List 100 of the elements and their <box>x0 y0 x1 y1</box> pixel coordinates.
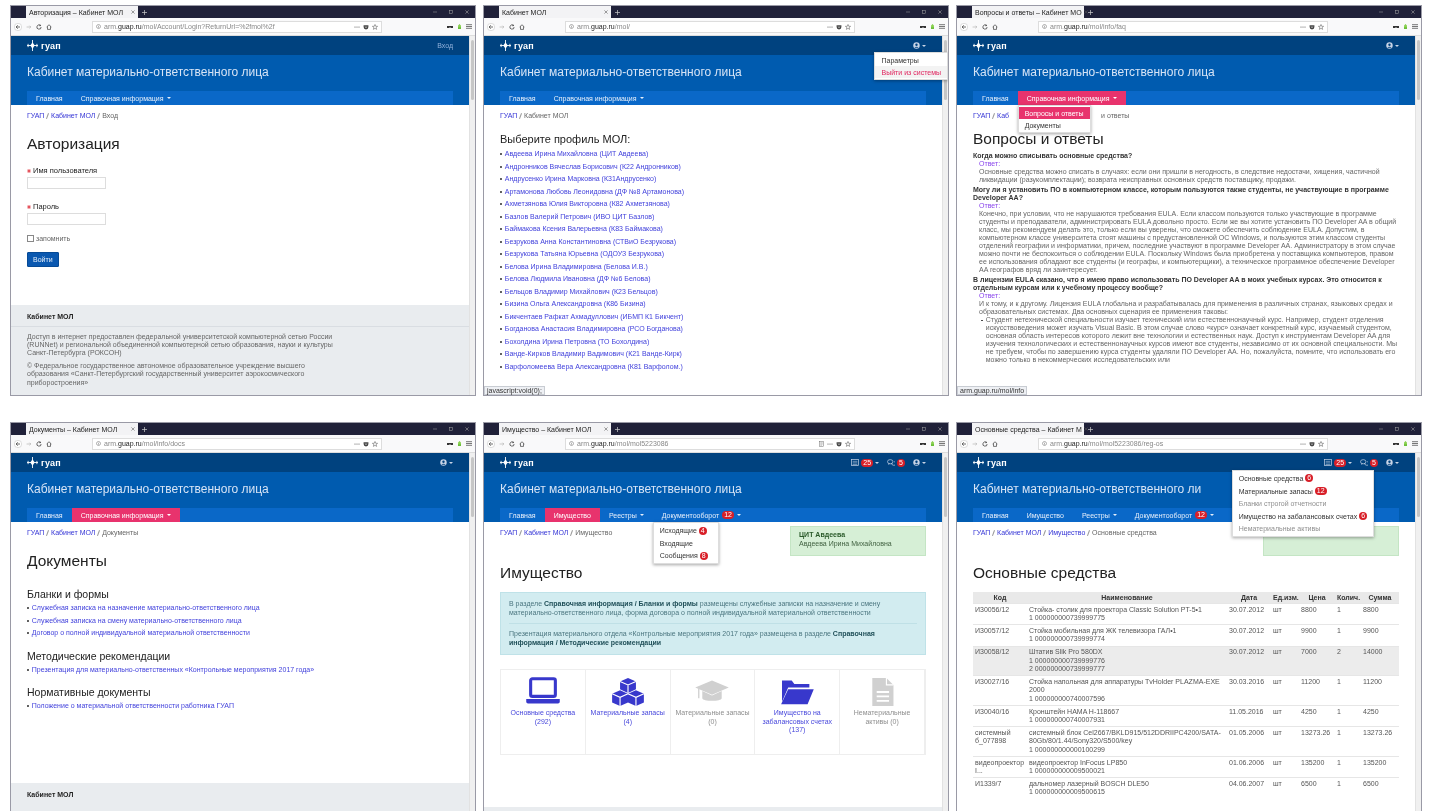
extension-icon[interactable] <box>1403 23 1408 30</box>
reload-icon[interactable] <box>982 23 988 30</box>
user-icon <box>913 42 920 49</box>
back-arrow-icon[interactable] <box>14 22 22 31</box>
bookmark-star-icon[interactable] <box>372 23 378 30</box>
pocket-icon[interactable] <box>836 23 842 30</box>
plus-icon[interactable] <box>1088 9 1093 15</box>
home-icon[interactable] <box>992 440 998 447</box>
home-icon[interactable] <box>46 440 52 447</box>
back-arrow-icon[interactable] <box>960 22 968 31</box>
section-heading: Бланки и формы <box>27 588 110 600</box>
input-field[interactable] <box>27 177 106 189</box>
bookmark-star-icon[interactable] <box>1318 23 1324 30</box>
scrollbar[interactable] <box>1415 36 1421 395</box>
logo-text: гуап <box>987 40 1007 51</box>
mask-icon[interactable] <box>920 24 926 29</box>
window-close-icon[interactable] <box>465 427 469 431</box>
bookmark-star-icon[interactable] <box>1318 440 1324 447</box>
maximize-icon[interactable] <box>922 427 926 431</box>
window-close-icon[interactable] <box>465 10 469 14</box>
logo-icon <box>973 40 984 51</box>
user-menu-button[interactable] <box>913 459 926 466</box>
window-close-icon[interactable] <box>1411 10 1415 14</box>
menu-icon[interactable] <box>1412 441 1418 446</box>
plus-icon[interactable] <box>1088 426 1093 432</box>
user-icon <box>440 459 447 466</box>
home-icon[interactable] <box>519 440 525 447</box>
info-icon[interactable] <box>1042 24 1047 29</box>
user-icon <box>913 459 920 466</box>
maximize-icon[interactable] <box>1395 427 1399 431</box>
menu-icon[interactable] <box>1412 24 1418 29</box>
extension-icon[interactable] <box>930 440 935 447</box>
home-icon[interactable] <box>46 23 52 30</box>
reload-icon[interactable] <box>36 440 42 447</box>
caret-icon <box>1112 514 1117 516</box>
maximize-icon[interactable] <box>449 427 453 431</box>
bookmark-star-icon[interactable] <box>845 440 851 447</box>
scrollbar[interactable] <box>942 36 948 395</box>
user-menu-button[interactable] <box>440 459 453 466</box>
mask-icon[interactable] <box>920 441 926 446</box>
back-arrow-icon[interactable] <box>487 439 495 448</box>
scrollbar[interactable] <box>469 36 475 395</box>
pocket-icon[interactable] <box>363 440 369 447</box>
menu-icon[interactable] <box>939 441 945 446</box>
scrollbar[interactable] <box>469 453 475 811</box>
info-icon[interactable] <box>96 24 101 29</box>
menu-icon[interactable] <box>466 441 472 446</box>
info-icon[interactable] <box>569 441 574 446</box>
bookmark-star-icon[interactable] <box>845 23 851 30</box>
window-close-icon[interactable] <box>938 427 942 431</box>
menu-icon[interactable] <box>466 24 472 29</box>
page-heading: Документы <box>27 552 108 570</box>
pocket-icon[interactable] <box>1309 440 1315 447</box>
input-field[interactable] <box>27 213 106 225</box>
reload-icon[interactable] <box>509 23 515 30</box>
extension-icon[interactable] <box>1403 440 1408 447</box>
mask-icon[interactable] <box>1393 24 1399 29</box>
plus-icon[interactable] <box>615 426 620 432</box>
back-arrow-icon[interactable] <box>14 439 22 448</box>
user-menu-button[interactable] <box>1386 459 1399 466</box>
site-title: Кабинет материально-ответственного лица <box>500 481 742 498</box>
reader-view-icon[interactable] <box>819 440 824 447</box>
scrollbar[interactable] <box>1415 453 1421 811</box>
mask-icon[interactable] <box>1393 441 1399 446</box>
home-icon[interactable] <box>519 23 525 30</box>
caret-icon <box>1395 461 1399 464</box>
plus-icon[interactable] <box>142 9 147 15</box>
back-arrow-icon[interactable] <box>960 439 968 448</box>
plus-icon[interactable] <box>142 426 147 432</box>
back-arrow-icon[interactable] <box>487 22 495 31</box>
menu-icon[interactable] <box>939 24 945 29</box>
home-icon[interactable] <box>992 23 998 30</box>
extension-icon[interactable] <box>930 23 935 30</box>
reload-icon[interactable] <box>982 440 988 447</box>
window-close-icon[interactable] <box>1411 427 1415 431</box>
plus-icon[interactable] <box>615 9 620 15</box>
checkbox[interactable] <box>27 235 34 242</box>
extension-icon[interactable] <box>457 23 462 30</box>
reload-icon[interactable] <box>36 23 42 30</box>
window-close-icon[interactable] <box>938 10 942 14</box>
reload-icon[interactable] <box>509 440 515 447</box>
user-menu-button[interactable] <box>1386 42 1399 49</box>
info-icon[interactable] <box>1042 441 1047 446</box>
pocket-icon[interactable] <box>363 23 369 30</box>
pocket-icon[interactable] <box>1309 23 1315 30</box>
mask-icon[interactable] <box>447 441 453 446</box>
info-icon[interactable] <box>96 441 101 446</box>
maximize-icon[interactable] <box>1395 10 1399 14</box>
scrollbar[interactable] <box>942 453 948 811</box>
pocket-icon[interactable] <box>836 440 842 447</box>
chat-icon <box>887 459 896 466</box>
extension-icon[interactable] <box>457 440 462 447</box>
bookmark-star-icon[interactable] <box>372 440 378 447</box>
info-icon[interactable] <box>569 24 574 29</box>
maximize-icon[interactable] <box>922 10 926 14</box>
logo-icon <box>500 40 511 51</box>
mask-icon[interactable] <box>447 24 453 29</box>
maximize-icon[interactable] <box>449 10 453 14</box>
logo-text: гуап <box>514 457 534 468</box>
cubes-icon <box>609 677 646 708</box>
